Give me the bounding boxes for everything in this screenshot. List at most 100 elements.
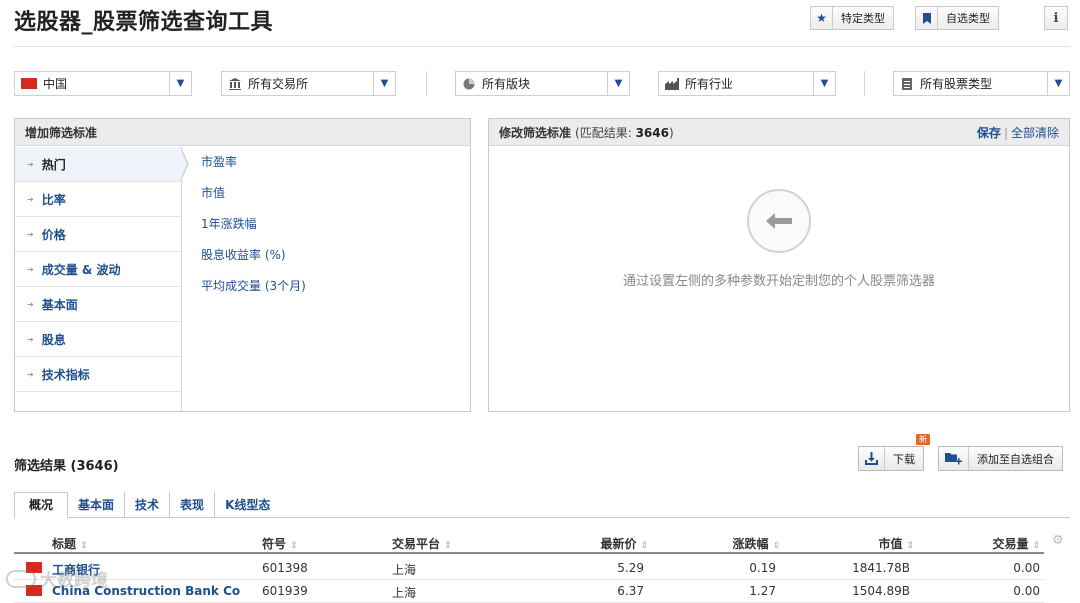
- row-symbol: 601398: [262, 561, 308, 575]
- results-title: 筛选结果 (3646): [14, 459, 119, 474]
- category-label: 基本面: [41, 297, 78, 312]
- category-label: 比率: [41, 192, 66, 207]
- stock-type-select[interactable]: 所有股票类型 ▼: [893, 71, 1070, 96]
- empty-state-hint: 通过设置左侧的多种参数开始定制您的个人股票筛选器: [622, 274, 935, 289]
- column-header-symbol[interactable]: 符号 ⇕: [262, 535, 298, 552]
- sort-icon: ⇕: [290, 541, 298, 551]
- add-to-portfolio-label: 添加至自选组合: [977, 452, 1054, 466]
- chevron-down-icon: ▼: [607, 72, 629, 95]
- row-volume: 0.00: [1013, 584, 1040, 598]
- info-icon: i: [1053, 10, 1059, 26]
- criteria-actions: 保存 | 全部清除: [977, 124, 1059, 141]
- table-row[interactable]: China Construction Bank Co 601939 上海 6.3…: [14, 580, 1044, 603]
- watermark-logo-icon: [6, 569, 36, 588]
- stock-type-value: 所有股票类型: [920, 77, 993, 91]
- add-criteria-panel: 增加筛选标准 ➔ 热门 ➔ 比率 ➔ 价格 ➔ 成交量 & 波动 ➔ 基本面 ➔ 股息 ➔ 技…: [14, 118, 471, 412]
- criteria-item-pe[interactable]: 市盈率: [201, 152, 306, 183]
- results-tabs: 概况 基本面 技术 表现 K线型态: [14, 491, 1070, 519]
- category-label: 成交量 & 波动: [41, 262, 121, 277]
- column-header-volume[interactable]: 交易量 ⇕: [992, 535, 1040, 552]
- table-row[interactable]: 工商银行 601398 上海 5.29 0.19 1841.78B 0.00: [14, 557, 1044, 580]
- column-header-name[interactable]: 标题 ⇕: [52, 535, 88, 552]
- gear-icon[interactable]: ⚙: [1052, 533, 1064, 548]
- country-value: 中国: [43, 77, 68, 91]
- category-item-ratio[interactable]: ➔ 比率: [15, 182, 181, 217]
- download-button[interactable]: 下载: [858, 446, 924, 471]
- row-change: 1.27: [749, 584, 776, 598]
- active-category-pointer-fill: [180, 148, 187, 180]
- action-separator: |: [1003, 125, 1008, 140]
- arrow-right-icon: ➔: [27, 334, 34, 344]
- specific-type-button[interactable]: ★ 特定类型: [810, 6, 894, 30]
- criteria-item-market-cap[interactable]: 市值: [201, 183, 306, 214]
- row-exchange: 上海: [392, 586, 417, 600]
- bookmark-icon: [916, 7, 938, 29]
- tab-technical[interactable]: 技术: [125, 491, 171, 518]
- clear-all-link[interactable]: 全部清除: [1011, 126, 1059, 140]
- tab-fundamentals[interactable]: 基本面: [68, 491, 126, 518]
- category-item-hot[interactable]: ➔ 热门: [15, 147, 181, 182]
- category-item-technical[interactable]: ➔ 技术指标: [15, 357, 181, 392]
- modify-criteria-panel: 修改筛选标准 (匹配结果: 3646) 保存 | 全部清除 通过设置左侧的多种参数开…: [488, 118, 1070, 412]
- industry-value: 所有行业: [685, 77, 734, 91]
- tab-overview[interactable]: 概况: [14, 491, 69, 519]
- add-to-portfolio-button[interactable]: 添加至自选组合: [938, 446, 1063, 471]
- sort-icon: ⇕: [80, 541, 88, 551]
- category-label: 价格: [41, 227, 66, 242]
- save-link[interactable]: 保存: [977, 126, 1001, 140]
- tab-performance[interactable]: 表现: [170, 491, 216, 518]
- category-item-price[interactable]: ➔ 价格: [15, 217, 181, 252]
- arrow-right-icon: ➔: [27, 229, 34, 239]
- add-criteria-header: 增加筛选标准: [15, 119, 470, 146]
- modify-criteria-title: 修改筛选标准: [499, 125, 572, 140]
- info-button[interactable]: i: [1044, 6, 1068, 30]
- custom-type-button[interactable]: 自选类型: [915, 6, 999, 30]
- category-label: 股息: [41, 332, 66, 347]
- new-badge: 新: [916, 434, 930, 445]
- sort-icon: ⇕: [772, 541, 780, 551]
- filter-divider: [864, 71, 865, 96]
- row-volume: 0.00: [1013, 561, 1040, 575]
- criteria-item-1y-change[interactable]: 1年涨跌幅: [201, 214, 306, 245]
- sort-icon: ⇕: [444, 541, 452, 551]
- download-label: 下载: [893, 452, 915, 466]
- criteria-item-avg-volume[interactable]: 平均成交量 (3个月): [201, 276, 306, 307]
- arrow-right-icon: ➔: [27, 194, 34, 204]
- chevron-down-icon: ▼: [1047, 72, 1069, 95]
- china-flag-icon: [21, 78, 37, 89]
- star-icon: ★: [811, 7, 833, 29]
- category-item-volume[interactable]: ➔ 成交量 & 波动: [15, 252, 181, 287]
- tab-candlestick[interactable]: K线型态: [215, 492, 280, 518]
- country-select[interactable]: 中国 ▼: [14, 71, 192, 96]
- column-header-change[interactable]: 涨跌幅 ⇕: [732, 535, 780, 552]
- watermark-text: 大数跨境: [40, 571, 108, 591]
- sector-select[interactable]: 所有版块 ▼: [455, 71, 630, 96]
- column-header-last[interactable]: 最新价 ⇕: [600, 535, 648, 552]
- chevron-down-icon: ▼: [373, 72, 395, 95]
- exchange-building-icon: [228, 77, 242, 91]
- arrow-right-icon: ➔: [27, 264, 34, 274]
- category-label: 技术指标: [41, 367, 90, 382]
- criteria-item-dividend-yield[interactable]: 股息收益率 (%): [201, 245, 306, 276]
- row-last: 5.29: [617, 561, 644, 575]
- category-item-dividend[interactable]: ➔ 股息: [15, 322, 181, 357]
- criteria-list: 市盈率 市值 1年涨跌幅 股息收益率 (%) 平均成交量 (3个月): [201, 152, 306, 307]
- row-change: 0.19: [749, 561, 776, 575]
- filter-divider: [426, 71, 427, 96]
- column-header-mcap[interactable]: 市值 ⇕: [878, 535, 914, 552]
- back-arrow-icon: [747, 189, 811, 253]
- sort-icon: ⇕: [906, 541, 914, 551]
- arrow-right-icon: ➔: [27, 299, 34, 309]
- sort-icon: ⇕: [1032, 541, 1040, 551]
- row-exchange: 上海: [392, 563, 417, 577]
- factory-icon: [665, 77, 679, 91]
- specific-type-label: 特定类型: [841, 12, 885, 25]
- row-symbol: 601939: [262, 584, 308, 598]
- arrow-right-icon: ➔: [27, 159, 34, 169]
- exchange-select[interactable]: 所有交易所 ▼: [221, 71, 396, 96]
- watermark: 大数跨境: [6, 566, 108, 591]
- industry-select[interactable]: 所有行业 ▼: [658, 71, 836, 96]
- match-count: (匹配结果: 3646): [575, 125, 674, 140]
- category-item-fundamentals[interactable]: ➔ 基本面: [15, 287, 181, 322]
- column-header-exchange[interactable]: 交易平台 ⇕: [392, 535, 452, 552]
